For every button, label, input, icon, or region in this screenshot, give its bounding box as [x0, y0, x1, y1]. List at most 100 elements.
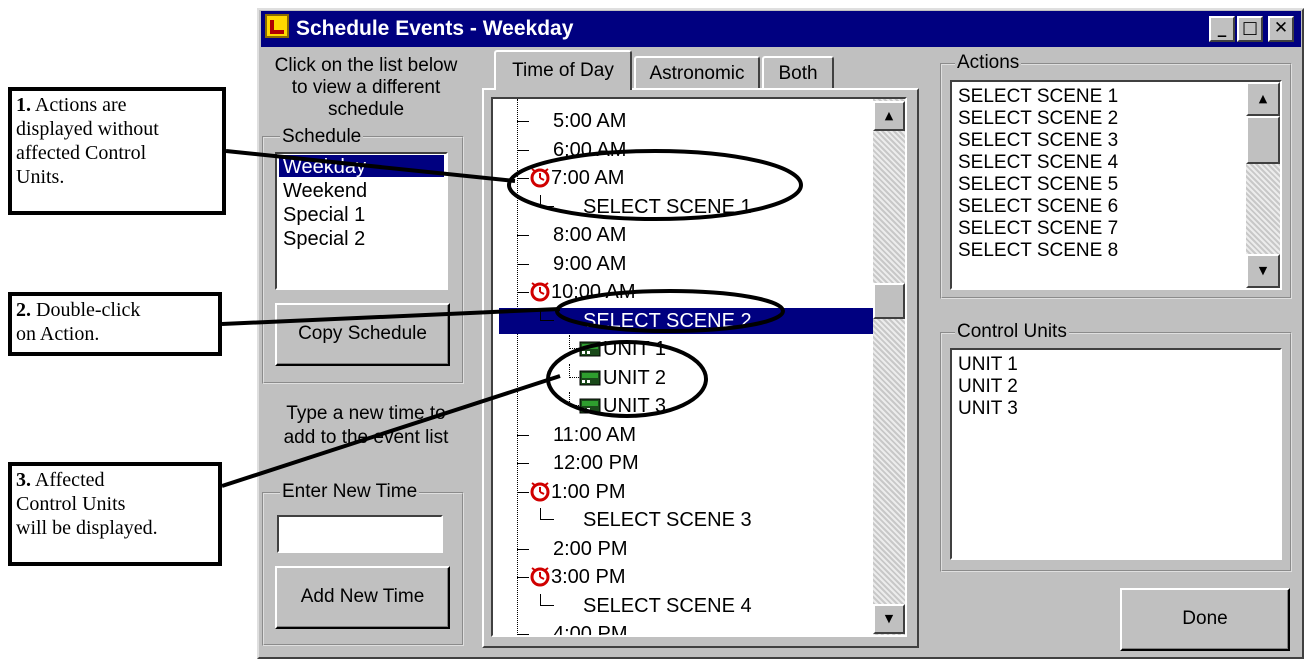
tree-tick [517, 434, 529, 436]
action-item[interactable]: SELECT SCENE 3 [958, 131, 1118, 150]
tree-event-time-label: 3:00 PM [551, 566, 626, 588]
new-time-help-text: Type a new time to add to the event list [283, 403, 449, 448]
tree-row-time-event[interactable]: 3:00 PM [493, 563, 873, 592]
tree-elbow [569, 335, 579, 350]
maximize-button[interactable]: □ [1237, 16, 1263, 42]
tree-row-time[interactable]: 4:00 PM [493, 620, 873, 635]
tree-tick [517, 463, 529, 465]
tree-elbow [540, 508, 554, 521]
action-item[interactable]: SELECT SCENE 2 [958, 109, 1118, 128]
schedule-help-text: Click on the list below to view a differ… [274, 55, 458, 120]
action-item[interactable]: SELECT SCENE 4 [958, 153, 1118, 172]
tree-action-label: SELECT SCENE 2 [583, 309, 752, 332]
tree-action-label: SELECT SCENE 4 [583, 594, 752, 617]
tree-row-time[interactable]: 8:00 AM [493, 221, 873, 250]
tree-action-label: SELECT SCENE 1 [583, 195, 752, 218]
action-item[interactable]: SELECT SCENE 6 [958, 197, 1118, 216]
tab-both[interactable]: Both [762, 56, 834, 88]
schedule-item-special-1[interactable]: Special 1 [283, 205, 365, 225]
actions-group-label: Actions [955, 52, 1022, 73]
tree-row-time-event[interactable]: 1:00 PM [493, 478, 873, 507]
control-unit-icon [579, 369, 601, 392]
schedule-item-weekend[interactable]: Weekend [283, 181, 367, 201]
control-unit-icon [579, 397, 601, 420]
tree-row-unit[interactable]: UNIT 2 [493, 363, 873, 393]
tree-time-label: 6:00 AM [553, 138, 627, 161]
tree-unit-label: UNIT 2 [603, 366, 666, 389]
tree-row-time[interactable]: 11:00 AM [493, 421, 873, 450]
callout-3-number: 3. [16, 469, 31, 491]
tree-unit-label: UNIT 1 [603, 338, 666, 360]
tree-row-unit[interactable]: UNIT 1 [493, 335, 873, 364]
schedule-item-weekday[interactable]: Weekday [283, 157, 366, 177]
actions-scroll-thumb[interactable] [1246, 116, 1280, 164]
actions-scroll-up[interactable]: ▲ [1246, 82, 1280, 116]
event-tree-scroll-up[interactable]: ▲ [873, 101, 905, 131]
tree-row-time-event[interactable]: 7:00 AM [493, 164, 873, 193]
tree-event-time-label: 10:00 AM [551, 281, 636, 303]
window-title: Schedule Events - Weekday [296, 17, 574, 40]
tree-row-time[interactable]: 6:00 AM [493, 136, 873, 165]
tab-astronomic[interactable]: Astronomic [634, 56, 760, 88]
copy-schedule-button[interactable]: Copy Schedule [275, 303, 450, 366]
tree-tick [517, 235, 529, 237]
schedule-item-special-2[interactable]: Special 2 [283, 229, 365, 249]
tree-row-action-selected[interactable]: SELECT SCENE 2 [493, 307, 873, 336]
tree-tick [517, 577, 529, 579]
event-tree-scroll-down[interactable]: ▼ [873, 604, 905, 634]
tree-event-time-label: 1:00 PM [551, 480, 626, 503]
tree-time-label: 9:00 AM [553, 252, 627, 275]
control-unit-item[interactable]: UNIT 3 [958, 399, 1018, 418]
callout-1-text: Actions are displayed without affected C… [16, 94, 159, 188]
app-icon [265, 14, 289, 38]
tree-row-time[interactable]: 5:00 AM [493, 107, 873, 136]
tree-row-unit[interactable]: UNIT 3 [493, 392, 873, 421]
callout-2-text: Double-click on Action. [16, 299, 141, 345]
actions-listbox[interactable]: SELECT SCENE 1 SELECT SCENE 2 SELECT SCE… [950, 80, 1282, 290]
action-item[interactable]: SELECT SCENE 5 [958, 175, 1118, 194]
tree-elbow [540, 194, 554, 207]
control-units-listbox[interactable]: UNIT 1 UNIT 2 UNIT 3 [950, 348, 1282, 560]
tab-time-of-day[interactable]: Time of Day [494, 50, 632, 90]
tree-row-time[interactable]: 9:00 AM [493, 250, 873, 279]
callout-3: 3. Affected Control Units will be displa… [8, 462, 222, 566]
callout-3-text: Affected Control Units will be displayed… [16, 469, 158, 539]
tree-row-time[interactable]: 12:00 PM [493, 449, 873, 478]
minimize-button[interactable]: _ [1209, 16, 1235, 42]
tree-tick [517, 634, 529, 635]
tree-time-label: 8:00 AM [553, 224, 627, 246]
tree-tick [517, 178, 529, 180]
tree-tick [517, 292, 529, 294]
close-button[interactable]: ✕ [1268, 16, 1294, 42]
schedule-listbox[interactable]: Weekday Weekend Special 1 Special 2 [275, 152, 448, 290]
tree-time-label: 2:00 PM [553, 537, 628, 560]
tree-tick [517, 491, 529, 493]
action-item[interactable]: SELECT SCENE 8 [958, 241, 1118, 260]
enter-new-time-label: Enter New Time [280, 481, 420, 502]
tree-row-action[interactable]: SELECT SCENE 3 [493, 506, 873, 535]
event-tree[interactable]: 5:00 AM 6:00 AM 7:00 AM SELECT SCENE 1 8:00 … [491, 97, 907, 637]
action-item[interactable]: SELECT SCENE 7 [958, 219, 1118, 238]
callout-2-number: 2. [16, 299, 31, 321]
tree-elbow [569, 363, 579, 378]
tree-event-time-label: 7:00 AM [551, 167, 625, 189]
new-time-input[interactable] [277, 515, 443, 553]
actions-scroll-down[interactable]: ▼ [1246, 254, 1280, 288]
tree-row-action[interactable]: SELECT SCENE 4 [493, 592, 873, 621]
tree-tick [517, 548, 529, 550]
control-unit-item[interactable]: UNIT 1 [958, 355, 1018, 374]
add-new-time-button[interactable]: Add New Time [275, 566, 450, 629]
event-tree-scroll-thumb[interactable] [873, 283, 905, 319]
alarm-clock-icon [529, 280, 551, 307]
tree-row-action[interactable]: SELECT SCENE 1 [493, 193, 873, 222]
alarm-clock-icon [529, 166, 551, 193]
tree-row-time[interactable]: 2:00 PM [493, 535, 873, 564]
control-units-group-label: Control Units [955, 321, 1069, 342]
done-button[interactable]: Done [1120, 588, 1290, 651]
tree-time-label: 11:00 AM [553, 423, 637, 446]
action-item[interactable]: SELECT SCENE 1 [958, 87, 1118, 106]
event-tree-scrollbar[interactable] [873, 99, 905, 635]
control-unit-item[interactable]: UNIT 2 [958, 377, 1018, 396]
tree-row-time-event[interactable]: 10:00 AM [493, 278, 873, 307]
alarm-clock-icon [529, 480, 551, 507]
